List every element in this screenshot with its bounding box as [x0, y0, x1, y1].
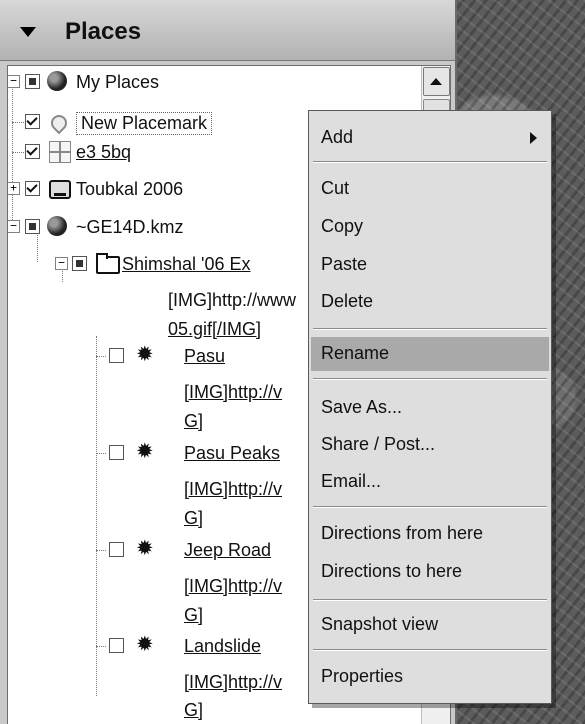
menu-separator — [313, 506, 547, 508]
menu-item-share-post[interactable]: Share / Post... — [311, 428, 549, 462]
earth-globe-icon — [47, 71, 67, 91]
jeep-road-description[interactable]: [IMG]http://v — [184, 576, 282, 597]
menu-item-snapshot-view-label: Snapshot view — [321, 614, 439, 634]
landslide-label: Landslide — [184, 636, 262, 656]
new-placemark-checkbox[interactable] — [25, 114, 40, 129]
jeep-road-label: Jeep Road — [184, 540, 272, 560]
folder-icon — [96, 253, 120, 274]
menu-item-share-post-label: Share / Post... — [321, 434, 436, 454]
landslide-description-cont[interactable]: G] — [184, 700, 203, 721]
menu-item-cut[interactable]: Cut — [311, 172, 549, 206]
menu-separator — [313, 599, 547, 601]
collapse-arrow-icon[interactable] — [20, 27, 36, 37]
menu-item-properties-label: Properties — [321, 666, 404, 686]
menu-item-delete-label: Delete — [321, 291, 374, 311]
kmz-checkbox[interactable] — [25, 219, 40, 234]
menu-item-rename-label: Rename — [321, 343, 390, 363]
google-earth-window: Places − My Places New Placemark e3 5bq … — [0, 0, 585, 724]
photo-point-icon: ✹ — [136, 440, 154, 463]
pasu-peaks-description[interactable]: [IMG]http://v — [184, 479, 282, 500]
jeep-road-description-cont[interactable]: G] — [184, 605, 203, 626]
e3-5bq-checkbox[interactable] — [25, 144, 40, 159]
menu-item-directions-to-label: Directions to here — [321, 561, 463, 581]
shimshal-description-cont[interactable]: 05.gif[/IMG] — [168, 319, 261, 340]
menu-item-cut-label: Cut — [321, 178, 350, 198]
tree-row-jeep-road[interactable]: ✹ Jeep Road — [8, 537, 308, 563]
tree-row-my-places[interactable]: − My Places — [8, 69, 408, 95]
photo-point-icon: ✹ — [136, 343, 154, 366]
scroll-up-icon[interactable] — [423, 67, 450, 96]
expand-toggle-icon[interactable]: + — [8, 182, 20, 195]
menu-item-rename[interactable]: Rename — [311, 337, 549, 371]
collapse-toggle-icon[interactable]: − — [55, 257, 68, 270]
new-placemark-label: New Placemark — [76, 112, 213, 135]
menu-separator — [313, 378, 547, 380]
menu-item-directions-from[interactable]: Directions from here — [311, 517, 549, 551]
menu-separator — [313, 161, 547, 163]
photo-point-icon: ✹ — [136, 633, 154, 656]
my-places-checkbox[interactable] — [25, 74, 40, 89]
menu-item-delete[interactable]: Delete — [311, 285, 549, 319]
kmz-label: ~GE14D.kmz — [76, 217, 184, 237]
my-places-label: My Places — [76, 72, 160, 92]
collapse-toggle-icon[interactable]: − — [8, 220, 20, 233]
pasu-label: Pasu — [184, 346, 226, 366]
places-panel-header[interactable]: Places — [0, 0, 455, 61]
menu-item-paste-label: Paste — [321, 254, 368, 274]
menu-separator — [313, 649, 547, 651]
menu-item-save-as-label: Save As... — [321, 397, 403, 417]
tree-row-e3-5bq[interactable]: e3 5bq — [8, 139, 308, 165]
pasu-description-cont[interactable]: G] — [184, 411, 203, 432]
toubkal-2006-checkbox[interactable] — [25, 181, 40, 196]
placemark-pin-icon — [47, 111, 71, 135]
shimshal-label: Shimshal '06 Ex — [122, 254, 251, 274]
shimshal-description[interactable]: [IMG]http://www — [168, 290, 296, 311]
context-menu: Add Cut Copy Paste Delete Rename Save As… — [308, 110, 552, 704]
panel-title: Places — [65, 18, 142, 45]
menu-item-snapshot-view[interactable]: Snapshot view — [311, 608, 549, 642]
shimshal-checkbox[interactable] — [72, 256, 87, 271]
collapse-toggle-icon[interactable]: − — [8, 75, 20, 88]
menu-item-properties[interactable]: Properties — [311, 660, 549, 694]
menu-item-email[interactable]: Email... — [311, 465, 549, 499]
tree-row-kmz[interactable]: − ~GE14D.kmz — [8, 214, 308, 240]
e3-5bq-label: e3 5bq — [76, 142, 132, 162]
photo-point-icon: ✹ — [136, 537, 154, 560]
submenu-arrow-icon — [530, 132, 537, 144]
menu-item-paste[interactable]: Paste — [311, 248, 549, 282]
pasu-peaks-checkbox[interactable] — [109, 445, 124, 460]
jeep-road-checkbox[interactable] — [109, 542, 124, 557]
menu-item-save-as[interactable]: Save As... — [311, 391, 549, 425]
earth-globe-icon — [47, 216, 67, 236]
tour-icon — [49, 180, 71, 199]
menu-item-email-label: Email... — [321, 471, 382, 491]
tree-row-landslide[interactable]: ✹ Landslide — [8, 633, 308, 659]
pasu-checkbox[interactable] — [109, 348, 124, 363]
menu-item-copy-label: Copy — [321, 216, 364, 236]
landslide-checkbox[interactable] — [109, 638, 124, 653]
toubkal-2006-label: Toubkal 2006 — [76, 179, 184, 199]
menu-item-add[interactable]: Add — [311, 121, 549, 155]
pasu-description[interactable]: [IMG]http://v — [184, 382, 282, 403]
ground-overlay-icon — [49, 141, 71, 163]
pasu-peaks-label: Pasu Peaks — [184, 443, 281, 463]
menu-item-add-label: Add — [321, 127, 354, 147]
pasu-peaks-description-cont[interactable]: G] — [184, 508, 203, 529]
tree-row-pasu[interactable]: ✹ Pasu — [8, 343, 308, 369]
menu-item-directions-to[interactable]: Directions to here — [311, 555, 549, 589]
menu-item-copy[interactable]: Copy — [311, 210, 549, 244]
menu-item-directions-from-label: Directions from here — [321, 523, 484, 543]
menu-separator — [313, 328, 547, 330]
tree-row-toubkal-2006[interactable]: + Toubkal 2006 — [8, 176, 308, 202]
landslide-description[interactable]: [IMG]http://v — [184, 672, 282, 693]
tree-row-pasu-peaks[interactable]: ✹ Pasu Peaks — [8, 440, 308, 466]
